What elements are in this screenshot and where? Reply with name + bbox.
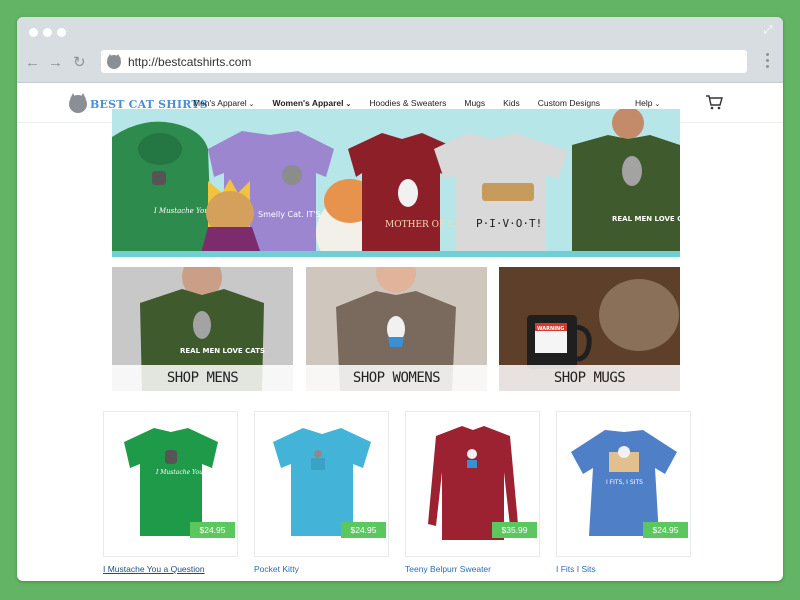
url-text: http://bestcatshirts.com xyxy=(128,54,252,69)
price-badge: $24.95 xyxy=(190,522,235,538)
minimize-dot[interactable] xyxy=(43,28,52,37)
product-shirt-text: I FITS, I SITS xyxy=(606,479,643,486)
menu-item-mugs[interactable]: Mugs xyxy=(464,98,485,108)
shop-mens-label: SHOP MENS xyxy=(112,365,293,391)
price-badge: $24.95 xyxy=(643,522,688,538)
shop-mugs-panel[interactable]: WARNING SHOP MUGS xyxy=(499,267,680,391)
menu-item-womens-apparel[interactable]: Women's Apparel ⌄ xyxy=(272,98,351,108)
favicon-icon xyxy=(107,53,121,69)
hero-text-real-men: REAL MEN LOVE CATS xyxy=(612,215,680,223)
shirt-pivot: P·I·V·O·T! xyxy=(434,133,568,257)
shop-mugs-label: SHOP MUGS xyxy=(499,365,680,391)
hero-text-pivot: P·I·V·O·T! xyxy=(476,217,542,230)
menu-item-kids[interactable]: Kids xyxy=(503,98,520,108)
reload-icon[interactable]: ↻ xyxy=(73,54,86,72)
chevron-down-icon: ⌄ xyxy=(345,101,352,108)
browser-window: ⤢ ← → ↻ http://bestcatshirts.com BEST CA… xyxy=(17,17,783,581)
shop-mens-shirt-text: REAL MEN LOVE CATS xyxy=(180,347,265,355)
product-name-link[interactable]: I Mustache You a Question xyxy=(103,564,205,574)
chevron-down-icon: ⌄ xyxy=(248,101,255,108)
price-badge: $35.99 xyxy=(492,522,537,538)
cart-icon[interactable] xyxy=(705,94,723,115)
back-icon[interactable]: ← xyxy=(25,54,40,72)
shop-mens-panel[interactable]: REAL MEN LOVE CATS SHOP MENS xyxy=(112,267,293,391)
product-card[interactable]: I Mustache You a Question $24.95 xyxy=(103,411,238,557)
close-dot[interactable] xyxy=(29,28,38,37)
mug-warning-text: WARNING xyxy=(537,326,564,332)
chevron-down-icon: ⌄ xyxy=(654,101,661,108)
product-card[interactable]: $24.95 xyxy=(254,411,389,557)
shop-womens-label: SHOP WOMENS xyxy=(306,365,487,391)
product-shirt-text: I Mustache You a Question xyxy=(155,469,238,476)
price-badge: $24.95 xyxy=(341,522,386,538)
hero-accent-strip xyxy=(112,251,680,257)
man-real-men-love-cats: REAL MEN LOVE CATS xyxy=(572,109,680,257)
product-name-link[interactable]: Pocket Kitty xyxy=(254,564,299,574)
help-menu[interactable]: Help ⌄ xyxy=(635,98,660,108)
forward-icon[interactable]: → xyxy=(48,54,63,72)
browser-menu-icon[interactable] xyxy=(766,53,769,68)
shop-womens-panel[interactable]: SHOP WOMENS xyxy=(306,267,487,391)
address-bar: ← → ↻ http://bestcatshirts.com xyxy=(17,45,783,83)
title-bar: ⤢ xyxy=(17,17,783,45)
product-name-link[interactable]: I Fits I Sits xyxy=(556,564,596,574)
menu-item-custom-designs[interactable]: Custom Designs xyxy=(538,98,600,108)
expand-icon[interactable]: ⤢ xyxy=(762,24,774,36)
maximize-dot[interactable] xyxy=(57,28,66,37)
menu-item-hoodies-sweaters[interactable]: Hoodies & Sweaters xyxy=(369,98,446,108)
product-name-link[interactable]: Teeny Belpurr Sweater xyxy=(405,564,491,574)
cat-logo-icon xyxy=(69,93,87,113)
url-input[interactable]: http://bestcatshirts.com xyxy=(101,50,747,73)
product-card[interactable]: $35.99 xyxy=(405,411,540,557)
menu-item-mens-apparel[interactable]: Men's Apparel ⌄ xyxy=(193,98,254,108)
hero-banner[interactable]: I Mustache You a Question Smelly Cat. IT… xyxy=(112,109,680,257)
product-card[interactable]: I FITS, I SITS $24.95 xyxy=(556,411,691,557)
window-controls xyxy=(29,28,66,37)
